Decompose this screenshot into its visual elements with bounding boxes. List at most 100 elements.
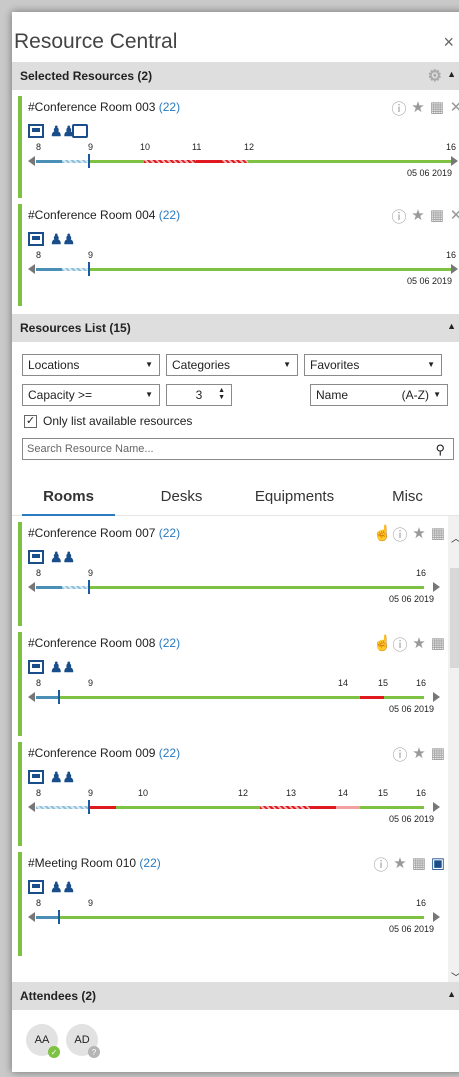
hand-icon[interactable]: ☝: [373, 634, 392, 655]
display-icon: [28, 232, 44, 246]
availability-timeline[interactable]: 8 9 10 12 13 14 15 16 05 06 2019: [28, 788, 440, 834]
app-title: Resource Central: [14, 30, 178, 53]
collapse-caret-icon[interactable]: ▲: [447, 69, 456, 79]
timeline-date: 05 06 2019: [388, 594, 434, 604]
room-card[interactable]: #Conference Room 009 (22) ⓘ ★ ▦ ♟♟ 8 9 10 …: [18, 742, 446, 846]
current-time-marker: [58, 910, 60, 924]
search-input[interactable]: Search Resource Name... ⚲: [22, 438, 454, 460]
accepted-icon: ✓: [48, 1046, 60, 1058]
collapse-caret-icon[interactable]: ▲: [447, 989, 456, 999]
hour-label: 8: [36, 250, 42, 260]
calendar-icon[interactable]: ▦: [429, 98, 445, 119]
availability-timeline[interactable]: 8 9 14 15 16 05 06 2019: [28, 678, 440, 724]
timeline-next-icon[interactable]: [451, 156, 458, 166]
calendar-icon[interactable]: ▦: [411, 854, 427, 875]
collapse-caret-icon[interactable]: ▲: [447, 321, 456, 331]
timeline-prev-icon[interactable]: [28, 156, 35, 166]
timeline-next-icon[interactable]: [451, 264, 458, 274]
timeline-prev-icon[interactable]: [28, 264, 35, 274]
timeline-prev-icon[interactable]: [28, 582, 35, 592]
hour-label: 15: [378, 788, 389, 798]
attendees-header[interactable]: Attendees (2) ▲: [12, 982, 459, 1010]
tab-desks[interactable]: Desks: [125, 480, 238, 515]
current-time-marker: [58, 690, 60, 704]
star-icon[interactable]: ★: [411, 524, 427, 545]
selected-resource-card[interactable]: #Conference Room 003 (22) ⓘ ★ ▦ ✕ ♟♟ 8 9 10…: [18, 96, 459, 198]
timeline-next-icon[interactable]: [433, 912, 440, 922]
info-icon[interactable]: ⓘ: [392, 634, 408, 655]
close-icon[interactable]: ×: [443, 32, 454, 53]
details-icon[interactable]: ▣: [430, 854, 446, 875]
star-icon[interactable]: ★: [410, 206, 426, 227]
tab-rooms[interactable]: Rooms: [12, 480, 125, 516]
tab-misc[interactable]: Misc: [351, 480, 459, 515]
locations-dropdown[interactable]: Locations ▼: [22, 354, 160, 376]
resources-list-header[interactable]: Resources List (15) ▲: [12, 314, 459, 342]
resource-name[interactable]: #Conference Room 009 (22): [28, 746, 440, 760]
timeline-prev-icon[interactable]: [28, 912, 35, 922]
selected-resource-card[interactable]: #Conference Room 004 (22) ⓘ ★ ▦ ✕ ♟♟ 8 9 16…: [18, 204, 459, 306]
calendar-icon[interactable]: ▦: [430, 524, 446, 545]
timeline-next-icon[interactable]: [433, 802, 440, 812]
search-icon[interactable]: ⚲: [435, 442, 445, 458]
availability-timeline[interactable]: 8 9 16 05 06 2019: [28, 250, 458, 296]
gear-icon[interactable]: ⚙: [428, 66, 442, 86]
info-icon[interactable]: ⓘ: [392, 744, 408, 765]
star-icon[interactable]: ★: [392, 854, 408, 875]
capacity-stepper[interactable]: 3 ▲ ▼: [166, 384, 232, 406]
favorites-dropdown[interactable]: Favorites ▼: [304, 354, 442, 376]
only-available-checkbox[interactable]: ✓ Only list available resources: [24, 414, 454, 428]
info-icon[interactable]: ⓘ: [373, 854, 389, 875]
timeline-date: 05 06 2019: [388, 704, 434, 714]
hour-label: 9: [88, 678, 94, 688]
timeline-date: 05 06 2019: [388, 814, 434, 824]
star-icon[interactable]: ★: [410, 98, 426, 119]
timeline-next-icon[interactable]: [433, 692, 440, 702]
sort-dropdown[interactable]: Name (A-Z) ▼: [310, 384, 448, 406]
hour-label: 8: [36, 898, 42, 908]
calendar-icon[interactable]: ▦: [430, 634, 446, 655]
categories-dropdown[interactable]: Categories ▼: [166, 354, 298, 376]
remove-icon[interactable]: ✕: [448, 98, 459, 119]
check-icon[interactable]: ✓: [24, 414, 37, 428]
timeline-prev-icon[interactable]: [28, 692, 35, 702]
hour-label: 10: [140, 142, 151, 152]
avatar[interactable]: AA ✓: [26, 1024, 60, 1058]
selected-resources-title: Selected Resources (2): [20, 69, 153, 83]
timeline-next-icon[interactable]: [433, 582, 440, 592]
resources-list-title: Resources List (15): [20, 321, 131, 335]
selected-resources-header[interactable]: Selected Resources (2) ⚙ ▲: [12, 62, 459, 90]
display-icon: [28, 770, 44, 784]
timeline-prev-icon[interactable]: [28, 802, 35, 812]
room-card[interactable]: #Conference Room 008 (22) ☝ ⓘ ★ ▦ ♟♟ 8 9 14…: [18, 632, 446, 736]
room-card[interactable]: #Meeting Room 010 (22) ⓘ ★ ▦ ▣ ♟♟ 8 9 16 05…: [18, 852, 446, 956]
calendar-icon[interactable]: ▦: [429, 206, 445, 227]
current-time-marker: [88, 580, 90, 594]
capacity-dropdown[interactable]: Capacity >= ▼: [22, 384, 160, 406]
hand-icon[interactable]: ☝: [373, 524, 392, 545]
remove-icon[interactable]: ✕: [448, 206, 459, 227]
hour-label: 16: [416, 898, 427, 908]
info-icon[interactable]: ⓘ: [391, 98, 407, 119]
people-icon: ♟♟: [50, 879, 76, 895]
availability-timeline[interactable]: 8 9 16 05 06 2019: [28, 568, 440, 614]
scrollbar[interactable]: ︿ ﹀: [448, 516, 459, 986]
hour-label: 11: [192, 142, 202, 152]
room-card[interactable]: #Conference Room 007 (22) ☝ ⓘ ★ ▦ ♟♟ 8 9 16…: [18, 522, 446, 626]
avatar[interactable]: AD ?: [66, 1024, 100, 1058]
star-icon[interactable]: ★: [411, 744, 427, 765]
tab-equipments[interactable]: Equipments: [238, 480, 351, 515]
scrollbar-thumb[interactable]: [450, 568, 459, 668]
availability-timeline[interactable]: 8 9 16 05 06 2019: [28, 898, 440, 944]
calendar-icon[interactable]: ▦: [430, 744, 446, 765]
hour-label: 12: [244, 142, 255, 152]
info-icon[interactable]: ⓘ: [391, 206, 407, 227]
hour-label: 9: [88, 898, 94, 908]
hour-label: 16: [416, 568, 427, 578]
chevron-down-icon: ▼: [145, 390, 153, 399]
star-icon[interactable]: ★: [411, 634, 427, 655]
availability-timeline[interactable]: 8 9 10 11 12 16 05 06 2019: [28, 142, 458, 188]
info-icon[interactable]: ⓘ: [392, 524, 408, 545]
title-bar: Resource Central ×: [12, 12, 459, 62]
hour-label: 13: [286, 788, 297, 798]
